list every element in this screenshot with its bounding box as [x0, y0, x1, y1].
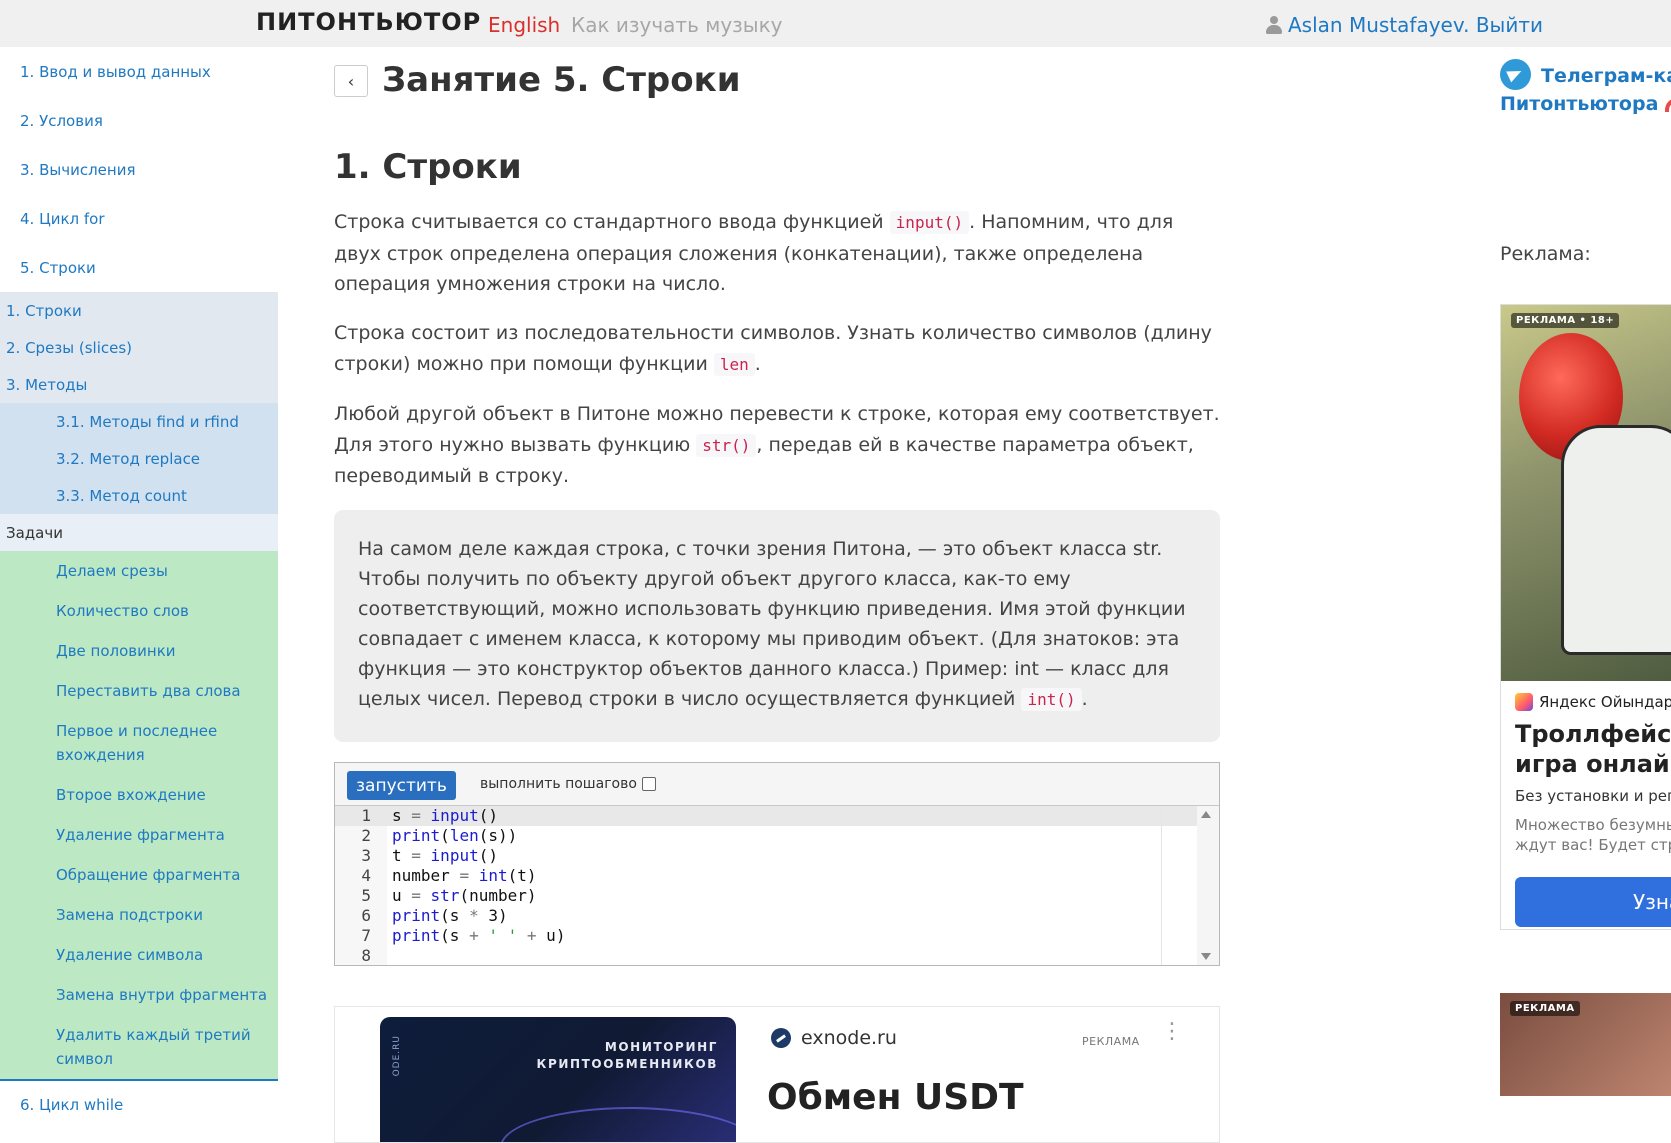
sidebar-method-replace[interactable]: 3.2. Метод replace	[0, 440, 278, 477]
ad-domain[interactable]: exnode.ru	[771, 1027, 897, 1049]
inline-code: len	[713, 352, 755, 376]
side-ad-card-2[interactable]: РЕКЛАМА	[1500, 993, 1671, 1096]
user-menu[interactable]: Aslan Mustafayev. Выйти	[1266, 13, 1543, 37]
right-column: Телеграм-канал Питонтьютора Реклама: РЕК…	[1500, 47, 1671, 1096]
sidebar-method-find[interactable]: 3.1. Методы find и rfind	[0, 403, 278, 440]
code-runner: запустить выполнить пошагово 1 s = input…	[334, 762, 1220, 966]
ad-description: Множество безумных уровней ждут вас! Буд…	[1515, 816, 1671, 854]
site-logo[interactable]: ПИТОНТЬЮТОР	[256, 8, 481, 36]
sidebar-task-item[interactable]: Переставить два слова	[0, 671, 278, 711]
step-mode-label: выполнить пошагово	[480, 776, 637, 792]
code-line: 2 print(len(s))	[361, 826, 518, 845]
music-link[interactable]: Как изучать музыку	[571, 13, 783, 37]
ad-tag: РЕКЛАМА • 18+	[1511, 313, 1620, 328]
sidebar-item-lesson-5[interactable]: 5. Строки	[0, 243, 278, 292]
inline-code: str()	[696, 433, 757, 457]
ad-tag: РЕКЛАМА	[1510, 1001, 1580, 1016]
back-button[interactable]: ‹	[334, 65, 368, 97]
ad-headline[interactable]: Обмен USDT	[767, 1077, 1024, 1118]
inline-code: int()	[1021, 688, 1082, 711]
step-mode-toggle[interactable]: выполнить пошагово	[480, 776, 656, 792]
ad-cta-button[interactable]: Узнать	[1515, 877, 1671, 927]
sidebar-item-lesson-6[interactable]: 6. Цикл while	[0, 1081, 278, 1128]
sidebar-item-lesson-4[interactable]: 4. Цикл for	[0, 194, 278, 243]
sidebar-task-item[interactable]: Замена подстроки	[0, 895, 278, 935]
step-mode-checkbox[interactable]	[641, 777, 656, 791]
section-title: 1. Строки	[334, 147, 522, 187]
sidebar-tasks-list: Делаем срезы Количество слов Две половин…	[0, 551, 278, 1081]
more-options-icon[interactable]: ⋮	[1161, 1021, 1183, 1043]
sidebar-task-item[interactable]: Второе вхождение	[0, 775, 278, 815]
sidebar-task-item[interactable]: Количество слов	[0, 591, 278, 631]
sidebar-task-item[interactable]: Удаление фрагмента	[0, 815, 278, 855]
ad-image[interactable]: ODE.RU МОНИТОРИНГ КРИПТООБМЕННИКОВ	[380, 1017, 736, 1142]
run-button[interactable]: запустить	[347, 771, 456, 800]
ad-image-text: МОНИТОРИНГ КРИПТООБМЕННИКОВ	[536, 1040, 718, 1071]
ad-image[interactable]: РЕКЛАМА • 18+	[1501, 305, 1671, 681]
code-line: 5 u = str(number)	[361, 886, 537, 905]
user-icon	[1266, 16, 1282, 34]
ad-source: Яндекс Ойындары	[1515, 693, 1671, 711]
telegram-icon	[1500, 59, 1531, 90]
bottom-ad-card[interactable]: ODE.RU МОНИТОРИНГ КРИПТООБМЕННИКОВ exnod…	[334, 1006, 1220, 1143]
sidebar-section-slices[interactable]: 2. Срезы (slices)	[0, 329, 278, 366]
paragraph-str: Любой другой объект в Питоне можно перев…	[334, 403, 1220, 487]
side-ad-card[interactable]: РЕКЛАМА • 18+ Яндекс Ойындары Троллфейс …	[1500, 304, 1671, 930]
rainbow-icon	[1665, 98, 1671, 112]
page-title: Занятие 5. Строки	[382, 60, 741, 100]
sidebar-task-item[interactable]: Замена внутри фрагмента	[0, 975, 278, 1015]
sidebar-item-lesson-1[interactable]: 1. Ввод и вывод данных	[0, 47, 278, 96]
editor-scrollbar[interactable]	[1161, 806, 1219, 965]
wave-decoration	[500, 1107, 736, 1142]
scroll-down-icon[interactable]	[1201, 953, 1211, 960]
top-navbar: ПИТОНТЬЮТОР English Как изучать музыку A…	[0, 0, 1671, 47]
code-line: 3 t = input()	[361, 846, 498, 865]
sidebar-task-item[interactable]: Удалить каждый третий символ	[0, 1015, 278, 1079]
note-box: На самом деле каждая строка, с точки зре…	[334, 510, 1220, 742]
sidebar-method-subsections: 3.1. Методы find и rfind 3.2. Метод repl…	[0, 403, 278, 514]
code-line: 6 print(s * 3)	[361, 906, 508, 925]
sidebar-method-count[interactable]: 3.3. Метод count	[0, 477, 278, 514]
sidebar-task-item[interactable]: Две половинки	[0, 631, 278, 671]
sidebar-task-item[interactable]: Обращение фрагмента	[0, 855, 278, 895]
sidebar-item-lesson-2[interactable]: 2. Условия	[0, 96, 278, 145]
code-line: 7 print(s + ' ' + u)	[361, 926, 566, 945]
sidebar-item-lesson-3[interactable]: 3. Вычисления	[0, 145, 278, 194]
sidebar-task-item[interactable]: Первое и последнее вхождения	[0, 711, 278, 775]
scroll-up-icon[interactable]	[1201, 811, 1211, 818]
inline-code: input()	[889, 211, 970, 234]
code-line: 8	[361, 946, 371, 965]
sidebar-tasks-header: Задачи	[0, 514, 278, 551]
paragraph-len: Строка состоит из последовательности сим…	[334, 322, 1212, 376]
telegram-link-line2[interactable]: Питонтьютора	[1500, 93, 1671, 115]
character-graphic	[1561, 425, 1671, 655]
ad-title[interactable]: Троллфейс квест игра онлайн бесплатно	[1515, 719, 1671, 779]
ad-subtitle: Без установки и регистрации	[1515, 787, 1671, 805]
ad-caption: Реклама:	[1500, 243, 1591, 265]
runner-toolbar: запустить выполнить пошагово	[335, 763, 1219, 806]
ad-label: РЕКЛАМА	[1082, 1035, 1140, 1048]
sidebar: 1. Ввод и вывод данных 2. Условия 3. Выч…	[0, 47, 278, 1114]
ad-image-side-text: ODE.RU	[392, 1035, 402, 1077]
chevron-left-icon: ‹	[347, 71, 355, 91]
telegram-link[interactable]: Телеграм-канал	[1500, 59, 1671, 93]
sidebar-task-item[interactable]: Делаем срезы	[0, 551, 278, 591]
exnode-logo-icon	[771, 1028, 791, 1048]
paragraph-input: Строка считывается со стандартного ввода…	[334, 211, 1174, 295]
code-editor[interactable]: 1 s = input() 2 print(len(s)) 3 t = inpu…	[335, 806, 1219, 965]
sidebar-section-methods[interactable]: 3. Методы	[0, 366, 278, 403]
sidebar-task-item[interactable]: Удаление символа	[0, 935, 278, 975]
user-logout-link[interactable]: Aslan Mustafayev. Выйти	[1288, 13, 1543, 37]
code-line: 4 number = int(t)	[361, 866, 537, 885]
sidebar-section-strings[interactable]: 1. Строки	[0, 292, 278, 329]
code-line: 1 s = input()	[335, 806, 1219, 826]
yandex-games-icon	[1515, 693, 1533, 711]
english-link[interactable]: English	[488, 13, 560, 37]
sidebar-lesson-sections: 1. Строки 2. Срезы (slices) 3. Методы 3.…	[0, 292, 278, 514]
